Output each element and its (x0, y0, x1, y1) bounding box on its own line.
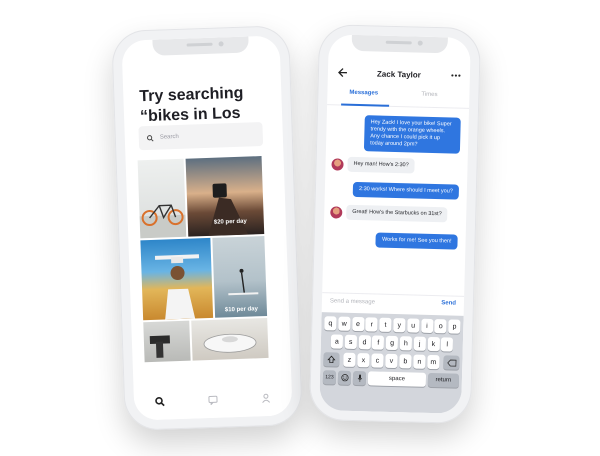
message-input[interactable]: Send a message (330, 298, 375, 305)
avatar (331, 158, 344, 171)
keyboard-row-2: asdfghjkl (321, 334, 463, 354)
emoji-icon (340, 374, 349, 382)
vacuum-image (203, 333, 257, 353)
search-input[interactable]: Search (138, 122, 264, 151)
key-m[interactable]: m (427, 354, 440, 370)
phone-explore: Try searching “bikes in Los Angeles” Sea… (111, 25, 303, 431)
avatar (330, 206, 343, 219)
send-button[interactable]: Send (441, 300, 456, 306)
key-h[interactable]: h (399, 336, 413, 351)
listing-price: $20 per day (213, 218, 247, 226)
listing-tile-paddleboard[interactable]: $10 per day (212, 236, 268, 318)
message-composer: Send a message Send (321, 292, 465, 313)
more-options-icon[interactable] (451, 73, 461, 77)
chat-tabs: Messages Times (327, 86, 470, 109)
bike-image (139, 204, 187, 239)
listing-tile-vacuum[interactable] (191, 317, 269, 361)
listing-tile-drone[interactable] (140, 237, 214, 321)
active-tab-indicator (341, 103, 390, 107)
drill-image (149, 335, 171, 358)
search-icon[interactable] (155, 396, 166, 407)
key-a[interactable]: a (330, 334, 344, 349)
numbers-key[interactable]: 123 (322, 370, 337, 385)
contact-name: Zack Taylor (376, 69, 421, 80)
return-key[interactable]: return (427, 372, 460, 388)
chat-icon[interactable] (208, 395, 218, 406)
paddleboard-image (228, 268, 259, 296)
keyboard-row-4: 123 space return (320, 370, 462, 390)
key-y[interactable]: y (393, 317, 406, 333)
key-l[interactable]: l (441, 337, 454, 352)
microphone-key[interactable] (352, 370, 367, 386)
phone-notch (351, 34, 448, 54)
key-z[interactable]: z (343, 352, 356, 368)
chat-header: Zack Taylor (328, 64, 470, 88)
key-w[interactable]: w (337, 316, 351, 331)
space-key[interactable]: space (367, 371, 427, 387)
key-q[interactable]: q (324, 316, 337, 331)
key-o[interactable]: o (434, 319, 447, 334)
key-n[interactable]: n (413, 354, 426, 369)
key-c[interactable]: c (371, 353, 384, 368)
profile-icon[interactable] (260, 393, 270, 403)
microphone-icon (357, 374, 362, 382)
key-d[interactable]: d (358, 335, 371, 350)
phone-notch (152, 36, 249, 56)
listing-tile-drill[interactable] (143, 320, 191, 363)
chat-screen: Zack Taylor Messages Times Hey Zack! I l… (319, 34, 471, 414)
keyboard-row-3: zxcvbnm (320, 352, 462, 372)
key-i[interactable]: i (420, 318, 434, 334)
key-u[interactable]: u (406, 318, 420, 333)
headline-line-1: Try searching (139, 84, 244, 106)
listing-grid: $20 per day $10 per day (137, 156, 269, 363)
listing-tile-camera[interactable]: $20 per day (185, 156, 265, 237)
message-outgoing: Works for me! See you then! (375, 232, 458, 250)
key-b[interactable]: b (399, 354, 412, 369)
tab-times[interactable]: Times (421, 92, 437, 98)
tab-messages[interactable]: Messages (349, 90, 378, 97)
key-v[interactable]: v (385, 353, 398, 369)
message-incoming: Great! How's the Starbucks on 31st? (346, 204, 448, 223)
bottom-tab-bar (133, 379, 293, 421)
keyboard-row-1: qwertyuiop (321, 316, 463, 336)
drone-image (154, 254, 200, 320)
key-g[interactable]: g (385, 335, 399, 351)
key-x[interactable]: x (357, 353, 370, 368)
key-k[interactable]: k (427, 336, 440, 352)
keyboard: qwertyuiop asdfghjkl zxcvbnm 123 space r… (319, 312, 464, 414)
message-outgoing: Hey Zack! I love your bike! Super trendy… (363, 115, 461, 154)
backspace-key[interactable] (443, 355, 460, 370)
key-t[interactable]: t (379, 317, 392, 332)
search-placeholder: Search (159, 133, 179, 141)
key-e[interactable]: e (351, 316, 365, 332)
key-r[interactable]: r (365, 317, 378, 332)
backspace-icon (446, 359, 456, 367)
message-incoming: Hey man! How's 2:30? (347, 156, 415, 174)
listing-price: $10 per day (224, 306, 259, 314)
listing-tile-bike[interactable] (137, 158, 187, 239)
emoji-key[interactable] (337, 370, 352, 385)
message-outgoing: 2:30 works! Where should I meet you? (352, 181, 460, 200)
search-icon (147, 134, 154, 141)
shift-key[interactable] (323, 352, 340, 367)
phone-chat: Zack Taylor Messages Times Hey Zack! I l… (308, 23, 482, 425)
key-p[interactable]: p (448, 319, 461, 334)
explore-screen: Try searching “bikes in Los Angeles” Sea… (121, 35, 293, 421)
key-s[interactable]: s (344, 334, 357, 350)
key-f[interactable]: f (372, 335, 385, 350)
shift-icon (327, 355, 336, 364)
key-j[interactable]: j (413, 336, 426, 351)
